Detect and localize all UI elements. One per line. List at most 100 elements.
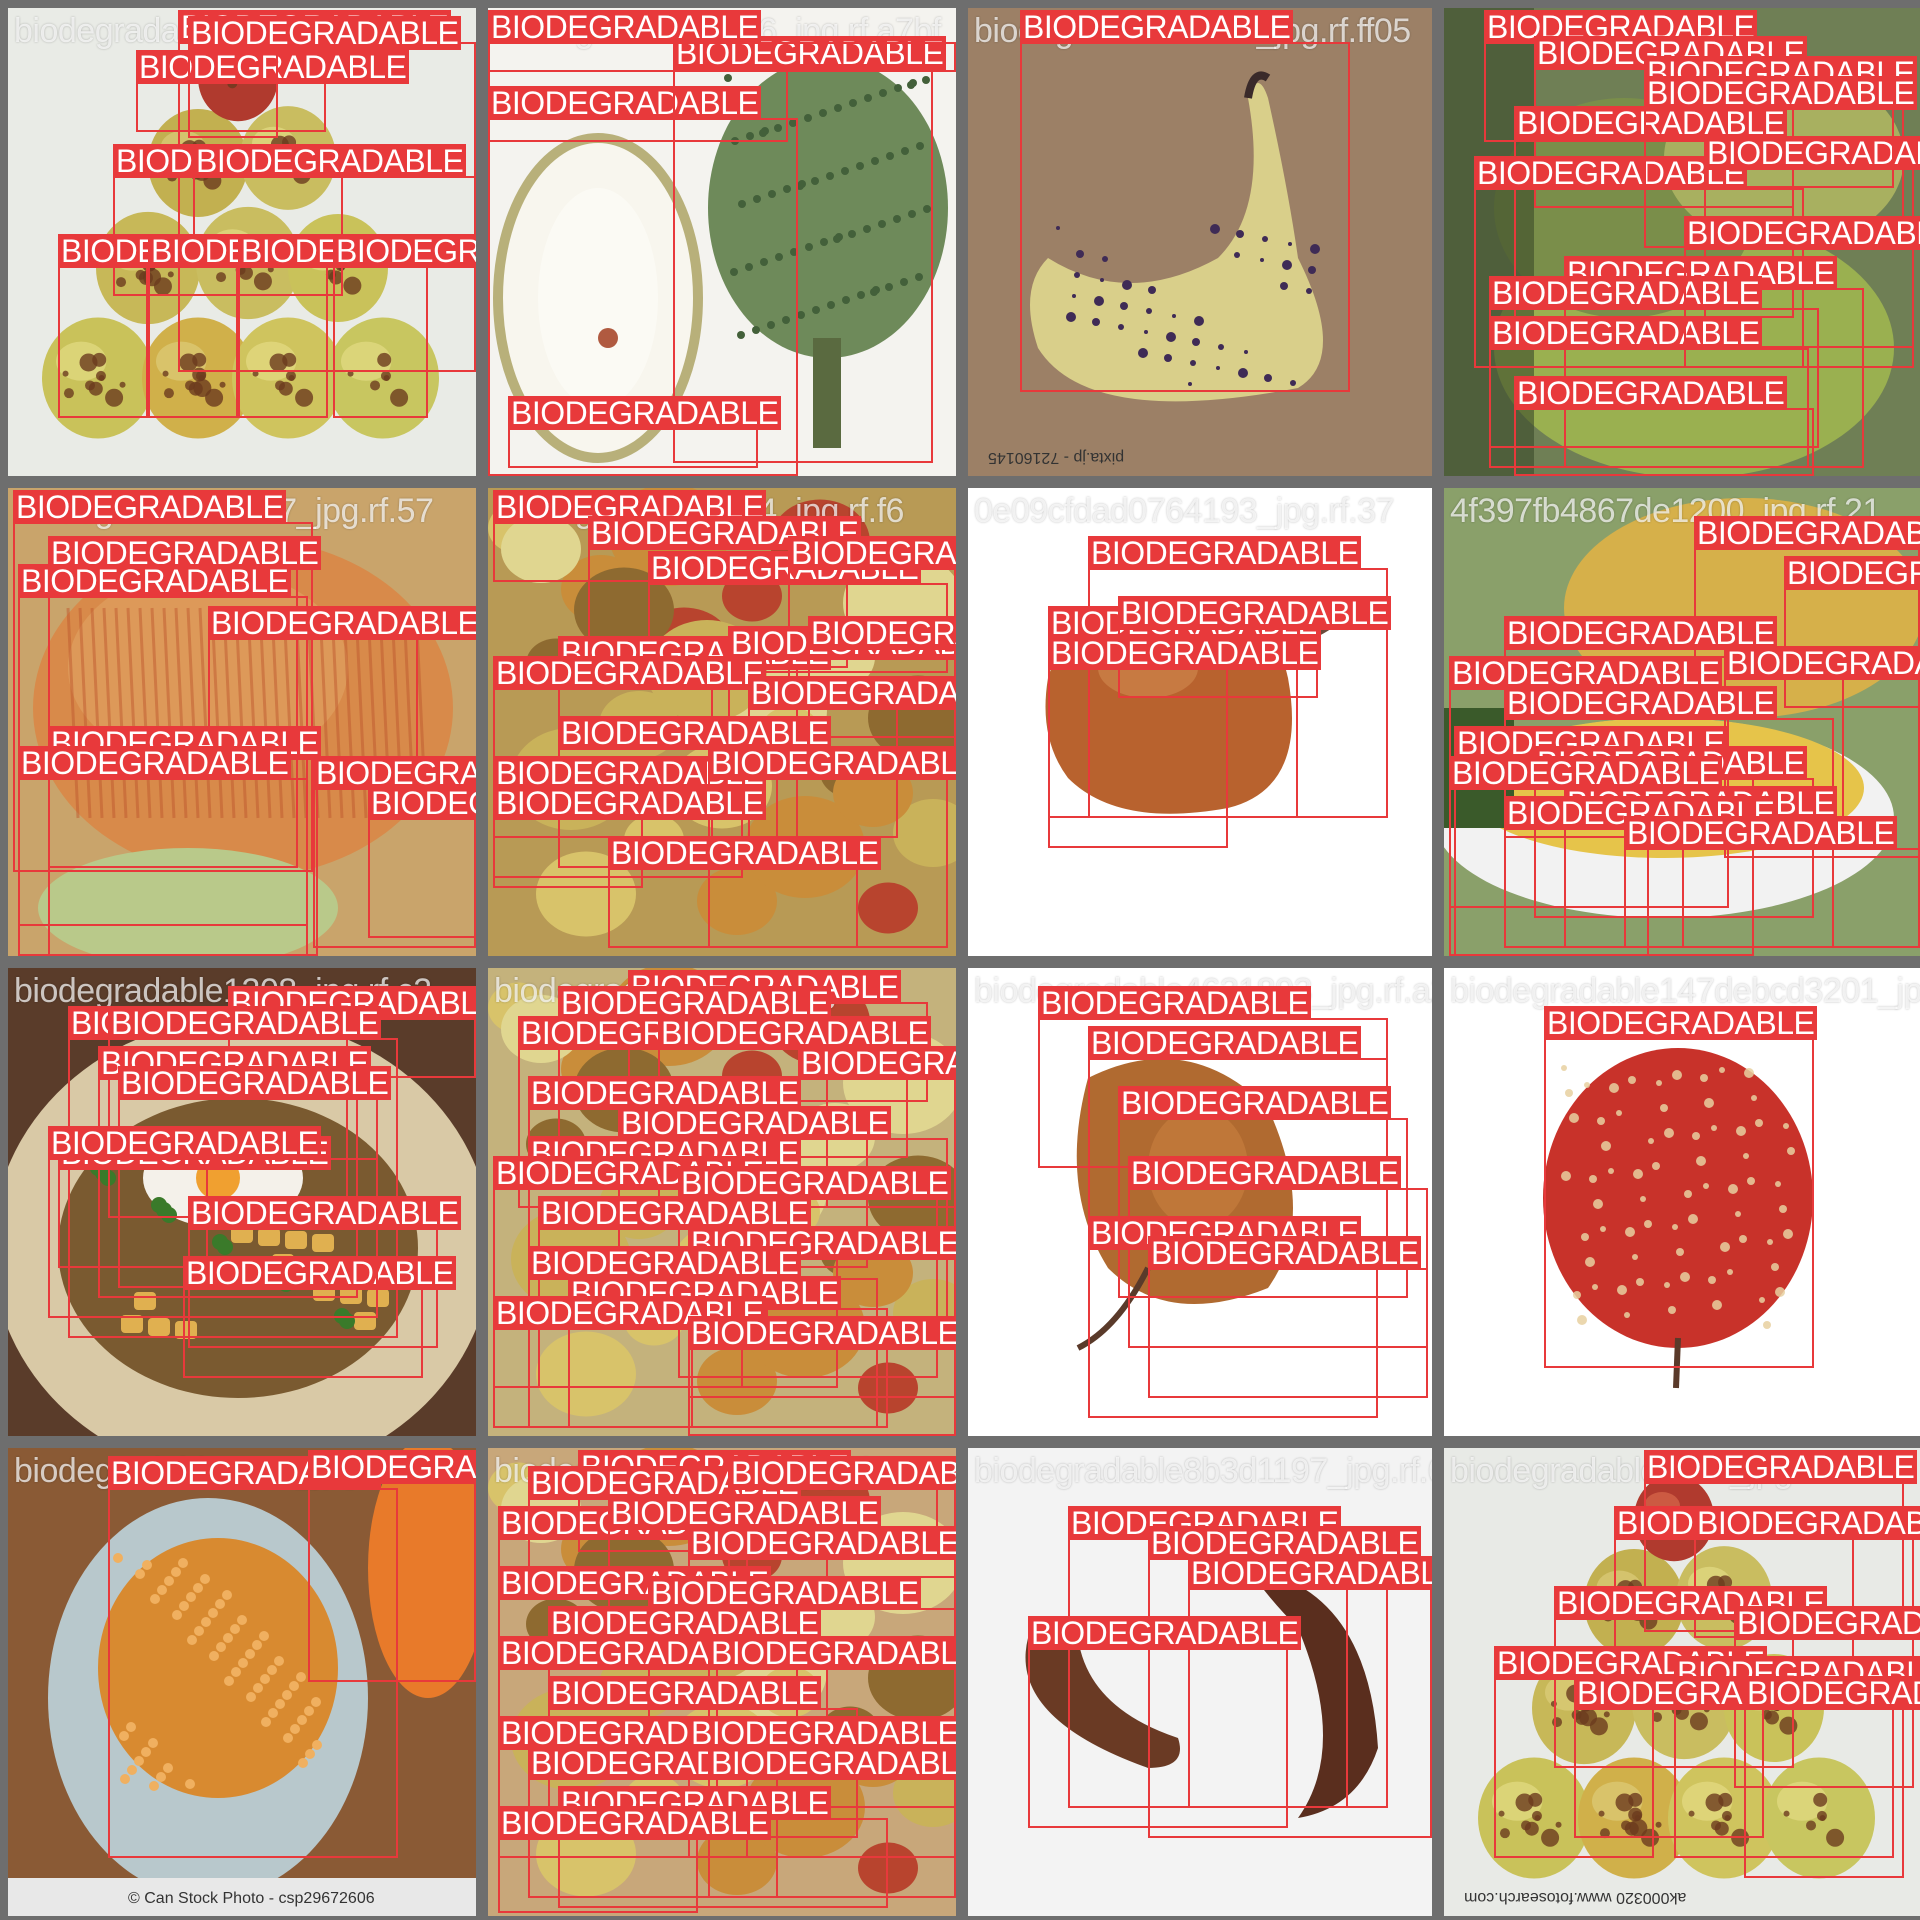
- detection-box: BIODEGRADABLE: [193, 144, 476, 236]
- tile-11: biodegradable4631893_jpg.rf.a2BIODEGRADA…: [968, 968, 1432, 1436]
- class-label: BIODEGRADABLE: [548, 1676, 822, 1710]
- detection-box: BIODEGRADABLE: [1020, 10, 1350, 392]
- detection-box: BIODEGRADABLE: [488, 10, 956, 72]
- image-mosaic: biodegradable1205_jpg.rf.BIODEGRADABLEBI…: [0, 0, 1920, 1920]
- class-label: BIODEGRADABLE: [708, 1636, 956, 1670]
- tile-12: biodegradable147debcd3201_jpg.rf.1eBIODE…: [1444, 968, 1920, 1436]
- tile-16: biodegradable1211_jpg.rf. ak000320 www.fo…: [1444, 1448, 1920, 1916]
- class-label: BIODEGRADABLE: [1684, 216, 1920, 250]
- tile-10: biodegradable1189_jpg.rf.BIODEGRADABLEBI…: [488, 968, 956, 1436]
- class-label: BIODEGRADABLE: [1514, 376, 1788, 410]
- class-label: BIODEGRADABLE: [1624, 816, 1898, 850]
- class-label: BIODEGRADABLE: [1644, 1450, 1918, 1484]
- class-label: BIODEGRADABLE: [788, 536, 956, 570]
- class-label: BIODEGRADABLE: [748, 676, 956, 710]
- detection-box: BIODEGRADABLE: [608, 836, 882, 948]
- detection-box: BIODEGRADABLE: [308, 1450, 476, 1682]
- class-label: BIODEGRADABLE: [18, 746, 292, 780]
- class-label: BIODEGRADABLE: [1544, 1006, 1818, 1040]
- filename-caption: 0e09cfdad0764193_jpg.rf.37: [974, 492, 1394, 530]
- detection-box: BIODEGRADABLE: [1574, 1676, 1848, 1838]
- tile-4: BIODEGRADABLE BIODEGRADABLE BIODEGRADABLE B…: [1444, 8, 1920, 476]
- detection-box: BIODEGRADABLE: [508, 396, 782, 468]
- class-label: BIODEGRADABLE: [1694, 1506, 1920, 1540]
- class-label: BIODEGRADABLE: [708, 1746, 956, 1780]
- watermark-text: © Can Stock Photo - csp29672606: [128, 1890, 375, 1907]
- class-label: BIODEGRADABLE: [508, 396, 782, 430]
- class-label: BIODEGRADABLE: [1020, 10, 1294, 44]
- class-label: BIODEGRADABLE: [188, 16, 462, 50]
- class-label: BIODEGRADABLE: [798, 1046, 956, 1080]
- class-label: BIODEGRADABLE: [368, 786, 476, 820]
- class-label: BIODEGRADABLE: [1694, 516, 1920, 550]
- detection-box: BIODEGRADABLE: [1048, 636, 1322, 848]
- detection-box: BIODEGRADABLE: [238, 234, 476, 418]
- detection-box: BIODEGRADABLE: [18, 746, 308, 956]
- class-label: BIODEGRADABLE: [1028, 1616, 1302, 1650]
- class-label: BIODEGRADABLE: [1188, 1556, 1432, 1590]
- class-label: BIODEGRADABLE: [1048, 636, 1322, 670]
- class-label: BIODEGRADABLE: [1504, 686, 1778, 720]
- class-label: BIODEGRADABLE: [1744, 1676, 1920, 1710]
- tile-15: biodegradable8b3d1197_jpg.rf.69 BIODEGRAD…: [968, 1448, 1432, 1916]
- detection-box: BIODEGRADABLE: [1624, 816, 1920, 948]
- class-label: BIODEGRADABLE: [1038, 986, 1312, 1020]
- tile-14: biodegradable1210_jpg.rf.BIODEGRADABLEBI…: [488, 1448, 956, 1916]
- class-label: BIODEGRADABLE: [493, 786, 767, 820]
- class-label: BIODEGRADABLE: [688, 1526, 956, 1560]
- detection-box: BIODEGRADABLE: [498, 1806, 772, 1913]
- class-label: BIODEGRADABLE: [48, 1126, 322, 1160]
- tile-6: biodegradable1234_jpg.rf.f6BIODEGRADABLE…: [488, 488, 956, 956]
- class-label: BIODEGRADABLE: [18, 564, 292, 598]
- class-label: BIODEGRADABLE: [728, 1456, 956, 1490]
- detection-box: BIODEGRADABLE: [688, 1316, 956, 1436]
- detection-box: BIODEGRADABLE: [148, 234, 422, 418]
- class-label: BIODEGRADABLE: [333, 234, 476, 268]
- class-label: BIODEGRADABLE: [1734, 1606, 1920, 1640]
- detection-box: BIODEGRADABLE: [1148, 1236, 1428, 1398]
- detection-box: BIODEGRADABLE: [188, 16, 462, 138]
- detection-box: BIODEGRADABLE: [58, 234, 332, 418]
- class-label: BIODEGRADABLE: [1118, 1086, 1392, 1120]
- tile-1: biodegradable1205_jpg.rf.BIODEGRADABLEBI…: [8, 8, 476, 476]
- tile-3: biodegradable1207_jpg.rf.ff05pixta.jp - …: [968, 8, 1432, 476]
- detection-box: BIODEGRADABLE: [493, 1296, 767, 1428]
- class-label: BIODEGRADABLE: [493, 656, 767, 690]
- class-label: BIODEGRADABLE: [118, 1066, 392, 1100]
- detection-box: BIODEGRADABLE: [368, 786, 476, 938]
- class-label: BIODEGRADABLE: [1088, 1026, 1362, 1060]
- tile-2: biodegradable1206_jpg.rf.a7bfBIODEGRADAB…: [488, 8, 956, 476]
- detection-box: BIODEGRADABLE: [1684, 216, 1920, 368]
- class-label: BIODEGRADABLE: [193, 144, 467, 178]
- class-label: BIODEGRADABLE: [1644, 76, 1918, 110]
- filename-caption: biodegradable8b3d1197_jpg.rf.69: [974, 1452, 1432, 1490]
- class-label: BIODEGRADABLE: [1088, 536, 1362, 570]
- class-label: BIODEGRADABLE: [208, 606, 476, 640]
- class-label: BIODEGRADABLE: [13, 490, 287, 524]
- class-label: BIODEGRADABLE: [1148, 1236, 1422, 1270]
- detection-box: BIODEGRADABLE: [1744, 1676, 1920, 1878]
- class-label: BIODEGRADABLE: [1118, 596, 1392, 630]
- tile-13: biodegradable1209_jpg.rf.dcb5© Can Stock…: [8, 1448, 476, 1916]
- class-label: BIODEGRADABLE: [1128, 1156, 1402, 1190]
- class-label: BIODEGRADABLE: [488, 10, 762, 44]
- detection-box: BIODEGRADABLE: [1644, 76, 1918, 188]
- class-label: BIODEGRADABLE: [308, 1450, 476, 1484]
- class-label: BIODEGRADABLE: [1784, 556, 1920, 590]
- class-label: BIODEGRADABLE: [688, 1316, 956, 1350]
- watermark-text: pixta.jp - 72160145: [988, 449, 1125, 466]
- class-label: BIODEGRADABLE: [808, 616, 956, 650]
- class-label: BIODEGRADABLE: [708, 746, 956, 780]
- tile-5: biodegradable1207_jpg.rf.57BIODEGRADABLE…: [8, 488, 476, 956]
- class-label: BIODEGRADABLE: [498, 1806, 772, 1840]
- class-label: BIODEGRADABLE: [1724, 646, 1920, 680]
- detection-box: BIODEGRADABLE: [48, 1126, 378, 1318]
- class-label: BIODEGRADABLE: [108, 1006, 382, 1040]
- detection-box: BIODEGRADABLE: [1028, 1616, 1302, 1828]
- tile-8: 4f397fb4867de1200_jpg.rf.21BIODEGRADABLE…: [1444, 488, 1920, 956]
- tile-9: biodegradable1208_jpg.rf.c2 BIODEGRADABLE…: [8, 968, 476, 1436]
- detection-box: BIODEGRADABLE: [1544, 1006, 1818, 1368]
- class-label: BIODEGRADABLE: [608, 836, 882, 870]
- watermark-text: ak000320 www.fotosearch.com: [1464, 1889, 1687, 1906]
- detection-box: BIODEGRADABLE: [333, 234, 476, 418]
